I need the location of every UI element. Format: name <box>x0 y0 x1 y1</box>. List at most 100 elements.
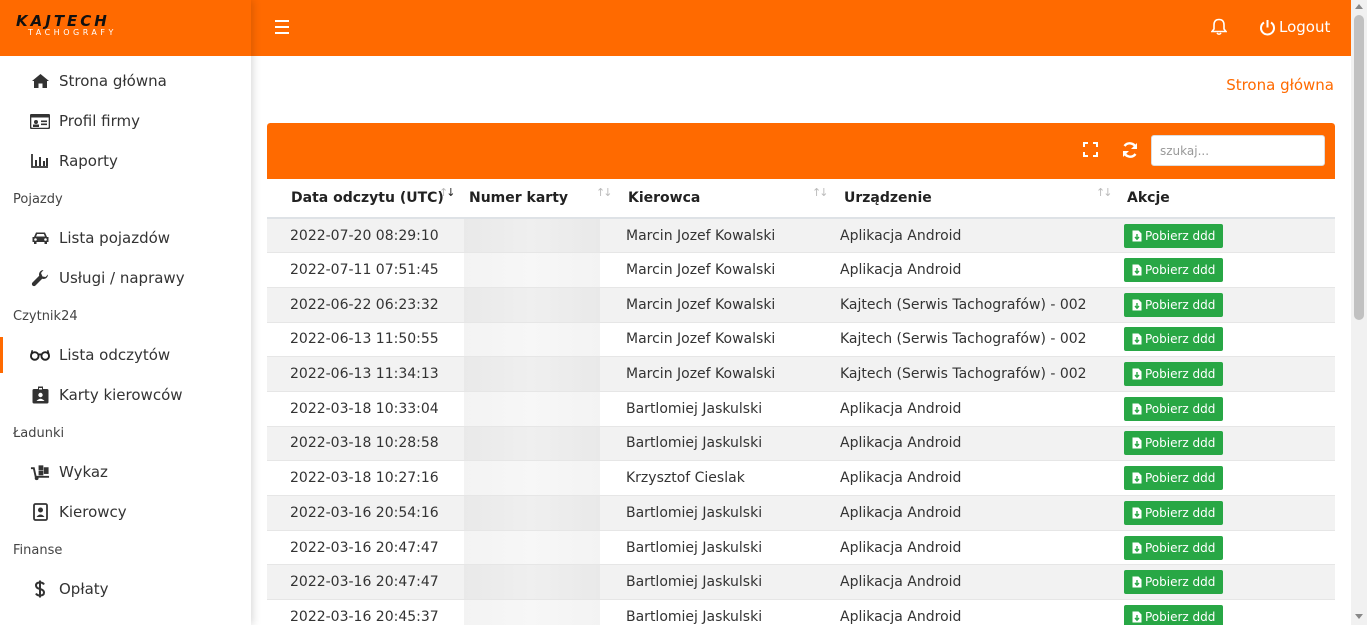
sort-desc-icon: ↑↓ <box>439 186 456 199</box>
sidebar-item-label: Profil firmy <box>59 112 141 130</box>
download-ddd-label: Pobierz ddd <box>1145 540 1216 555</box>
sidebar-item-reads-list[interactable]: Lista odczytów <box>0 335 251 375</box>
cell-card-number <box>464 564 624 600</box>
cell-actions: Pobierz ddd <box>1124 286 1335 323</box>
download-ddd-button[interactable]: Pobierz ddd <box>1124 327 1224 352</box>
sidebar-item-driver-cards[interactable]: Karty kierowców <box>0 375 251 415</box>
menu-toggle-icon[interactable] <box>275 20 289 36</box>
download-ddd-button[interactable]: Pobierz ddd <box>1124 223 1224 248</box>
redacted-card-number <box>464 531 600 565</box>
download-ddd-label: Pobierz ddd <box>1145 228 1216 243</box>
sidebar: KAJTECH TACHOGRAFY Strona główna Profil … <box>0 0 251 625</box>
fullscreen-icon[interactable] <box>1083 142 1099 158</box>
cell-actions: Pobierz ddd <box>1124 321 1335 357</box>
cell-date: 2022-07-11 07:51:45 <box>267 252 464 288</box>
logout-label: Logout <box>1279 18 1331 36</box>
cell-date: 2022-06-13 11:34:13 <box>267 356 464 392</box>
sidebar-item-label: Strona główna <box>59 72 167 90</box>
download-ddd-button[interactable]: Pobierz ddd <box>1124 431 1224 456</box>
cell-card-number <box>464 460 624 496</box>
column-header-driver[interactable]: Kierowca ↑↓ <box>624 179 840 219</box>
download-ddd-button[interactable]: Pobierz ddd <box>1124 535 1224 560</box>
sidebar-item-label: Karty kierowców <box>59 386 183 404</box>
table-row[interactable]: 2022-03-16 20:45:37 Bartlomiej Jaskulski A… <box>267 599 1335 625</box>
cell-device: Kajtech (Serwis Tachografów) - 002 <box>840 356 1124 392</box>
sidebar-section-finance: Finanse <box>13 543 63 558</box>
table-toolbar <box>267 123 1335 179</box>
sidebar-item-fees[interactable]: Opłaty <box>0 569 251 609</box>
cell-card-number <box>464 529 624 565</box>
table-row[interactable]: 2022-03-18 10:27:16 Krzysztof Cieslak Apli… <box>267 460 1335 496</box>
table-row[interactable]: 2022-06-13 11:34:13 Marcin Jozef Kowalski… <box>267 356 1335 392</box>
wrench-icon <box>30 269 50 287</box>
download-ddd-button[interactable]: Pobierz ddd <box>1124 396 1224 421</box>
column-header-device[interactable]: Urządzenie ↑↓ <box>840 179 1124 219</box>
download-ddd-label: Pobierz ddd <box>1145 263 1216 278</box>
table-row[interactable]: 2022-07-11 07:51:45 Marcin Jozef Kowalski… <box>267 252 1335 288</box>
car-icon <box>30 229 50 247</box>
sort-icon: ↑↓ <box>812 186 829 199</box>
breadcrumb[interactable]: Strona główna <box>1226 76 1334 94</box>
bell-icon[interactable] <box>1210 18 1229 38</box>
sidebar-item-label: Usługi / naprawy <box>59 269 185 287</box>
cell-card-number <box>464 356 624 392</box>
cell-date: 2022-06-13 11:50:55 <box>267 321 464 357</box>
glasses-icon <box>30 346 50 364</box>
cell-driver: Marcin Jozef Kowalski <box>624 321 840 357</box>
download-ddd-button[interactable]: Pobierz ddd <box>1124 605 1224 625</box>
scroll-up-icon[interactable] <box>1355 4 1363 9</box>
sidebar-item-drivers[interactable]: Kierowcy <box>0 492 251 532</box>
download-ddd-button[interactable]: Pobierz ddd <box>1124 466 1224 491</box>
download-ddd-button[interactable]: Pobierz ddd <box>1124 258 1224 283</box>
table-row[interactable]: 2022-06-13 11:50:55 Marcin Jozef Kowalski… <box>267 321 1335 357</box>
scrollbar-thumb[interactable] <box>1354 15 1364 320</box>
download-ddd-label: Pobierz ddd <box>1145 575 1216 590</box>
scroll-down-icon[interactable] <box>1355 614 1363 619</box>
download-ddd-label: Pobierz ddd <box>1145 401 1216 416</box>
download-ddd-button[interactable]: Pobierz ddd <box>1124 570 1224 595</box>
cell-actions: Pobierz ddd <box>1124 390 1335 427</box>
reads-table-card: Data odczytu (UTC)↑↓ Numer karty↑↓ Kiero… <box>267 123 1335 625</box>
page-scrollbar[interactable] <box>1351 0 1367 625</box>
search-input[interactable] <box>1151 135 1325 166</box>
table-row[interactable]: 2022-06-22 06:23:32 Marcin Jozef Kowalski… <box>267 286 1335 323</box>
home-icon <box>30 72 50 90</box>
cell-driver: Marcin Jozef Kowalski <box>624 252 840 288</box>
redacted-card-number <box>464 288 600 322</box>
sidebar-item-services[interactable]: Usługi / naprawy <box>0 258 251 298</box>
table-row[interactable]: 2022-03-16 20:47:47 Bartlomiej Jaskulski A… <box>267 564 1335 600</box>
cell-device: Aplikacja Android <box>840 564 1124 600</box>
table-row[interactable]: 2022-03-18 10:33:04 Bartlomiej Jaskulski A… <box>267 390 1335 427</box>
download-ddd-button[interactable]: Pobierz ddd <box>1124 292 1224 317</box>
column-header-card-number[interactable]: Numer karty ↑↓ <box>464 179 624 219</box>
cell-date: 2022-06-22 06:23:32 <box>267 286 464 323</box>
cell-card-number <box>464 321 624 357</box>
badge-icon <box>30 386 50 404</box>
table-row[interactable]: 2022-03-18 10:28:58 Bartlomiej Jaskulski A… <box>267 425 1335 461</box>
refresh-icon[interactable] <box>1121 141 1139 159</box>
brand-logo[interactable]: KAJTECH TACHOGRAFY <box>0 0 251 56</box>
table-row[interactable]: 2022-07-20 08:29:10 Marcin Jozef Kowalski… <box>267 217 1335 253</box>
sidebar-item-company-profile[interactable]: Profil firmy <box>0 101 251 141</box>
cell-card-number <box>464 217 624 253</box>
table-row[interactable]: 2022-03-16 20:54:16 Bartlomiej Jaskulski A… <box>267 495 1335 531</box>
sidebar-item-vehicle-list[interactable]: Lista pojazdów <box>0 218 251 258</box>
download-ddd-button[interactable]: Pobierz ddd <box>1124 500 1224 525</box>
sidebar-item-home[interactable]: Strona główna <box>0 61 251 101</box>
cell-device: Aplikacja Android <box>840 495 1124 531</box>
cell-driver: Marcin Jozef Kowalski <box>624 286 840 323</box>
cell-card-number <box>464 425 624 461</box>
id-card-icon <box>30 112 50 130</box>
logout-button[interactable]: Logout <box>1259 18 1330 36</box>
column-header-date[interactable]: Data odczytu (UTC) ↑↓ <box>267 179 464 219</box>
redacted-card-number <box>464 496 600 530</box>
cell-device: Aplikacja Android <box>840 217 1124 253</box>
cell-card-number <box>464 390 624 427</box>
brand-name: KAJTECH <box>16 12 110 30</box>
download-ddd-button[interactable]: Pobierz ddd <box>1124 362 1224 387</box>
column-header-label: Kierowca <box>628 190 701 206</box>
cell-card-number <box>464 252 624 288</box>
table-row[interactable]: 2022-03-16 20:47:47 Bartlomiej Jaskulski A… <box>267 529 1335 565</box>
sidebar-item-cargo-list[interactable]: Wykaz <box>0 452 251 492</box>
sidebar-item-reports[interactable]: Raporty <box>0 141 251 181</box>
